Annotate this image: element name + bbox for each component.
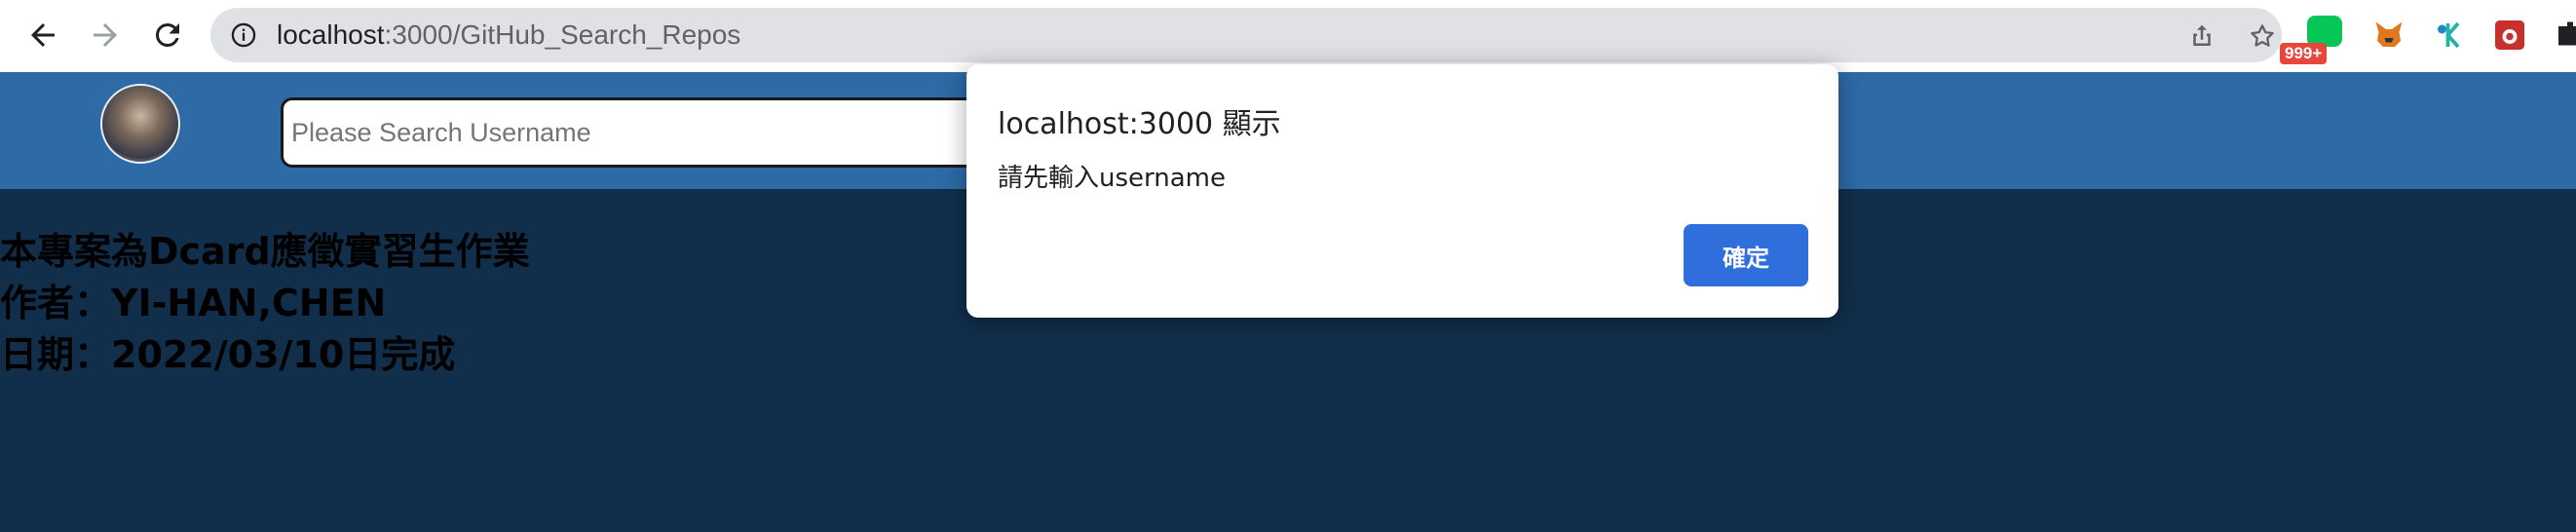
browser-toolbar: localhost:3000/GitHub_Search_Repos 999+	[0, 0, 2576, 72]
back-button[interactable]	[19, 12, 66, 58]
forward-button[interactable]	[82, 12, 129, 58]
address-bar[interactable]: localhost:3000/GitHub_Search_Repos	[210, 8, 2282, 62]
url-path: :3000/GitHub_Search_Repos	[384, 19, 741, 50]
project-info: 本專案為Dcard應徵實習生作業 作者：YI-HAN,CHEN 日期：2022/…	[0, 226, 530, 381]
k-extension[interactable]	[2430, 16, 2469, 55]
back-arrow-icon	[31, 23, 55, 47]
project-description: 本專案為Dcard應徵實習生作業	[0, 230, 530, 273]
project-date: 日期：2022/03/10日完成	[0, 333, 456, 376]
metamask-fox-icon	[2375, 21, 2403, 47]
alert-dialog: localhost:3000 顯示 請先輸入username 確定	[966, 64, 1838, 318]
metamask-extension[interactable]	[2369, 16, 2408, 55]
search-input[interactable]	[281, 97, 1002, 168]
extension-k-icon	[2438, 21, 2460, 49]
puzzle-icon	[2558, 21, 2576, 46]
share-icon[interactable]	[2187, 21, 2216, 51]
extension-bug-icon	[2495, 20, 2524, 50]
bug-extension[interactable]	[2490, 16, 2529, 55]
star-icon[interactable]	[2248, 21, 2277, 51]
info-icon[interactable]	[230, 21, 257, 49]
url-text[interactable]: localhost:3000/GitHub_Search_Repos	[277, 19, 740, 51]
extension-badge: 999+	[2280, 43, 2328, 64]
project-author: 作者：YI-HAN,CHEN	[0, 282, 387, 324]
forward-arrow-icon	[94, 23, 117, 47]
url-host: localhost	[277, 19, 385, 50]
dialog-message: 請先輸入username	[998, 164, 1226, 193]
avatar	[100, 84, 180, 164]
reload-button[interactable]	[144, 12, 191, 58]
extensions-menu-button[interactable]	[2551, 16, 2576, 55]
ok-button[interactable]: 確定	[1684, 224, 1808, 286]
reload-icon	[155, 22, 179, 47]
dialog-title: localhost:3000 顯示	[998, 107, 1281, 141]
